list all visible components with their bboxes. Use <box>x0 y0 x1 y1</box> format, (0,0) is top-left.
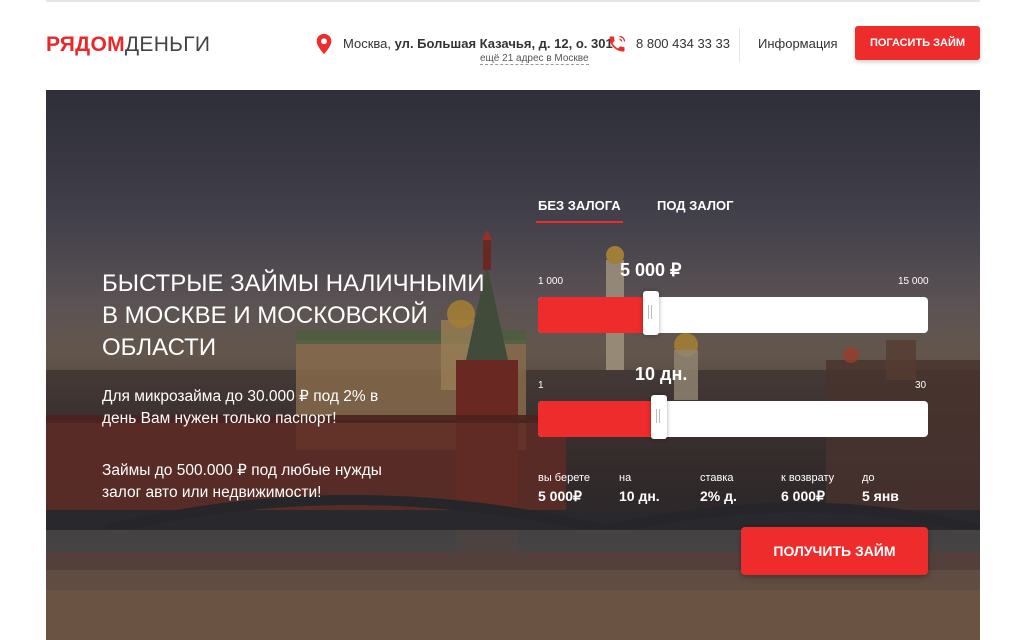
amount-slider-handle[interactable] <box>643 291 659 335</box>
summary-value: 6 000₽ <box>781 488 825 504</box>
address[interactable]: Москва, ул. Большая Казачья, д. 12, о. 3… <box>343 36 613 51</box>
summary-label: на <box>619 472 632 484</box>
days-slider[interactable] <box>538 401 928 437</box>
summary-value: 5 000₽ <box>538 488 582 504</box>
summary-label: до <box>862 472 875 484</box>
hero-banner: БЫСТРЫЕ ЗАЙМЫ НАЛИЧНЫМИ В МОСКВЕ И МОСКО… <box>46 90 980 640</box>
summary-value: 10 дн. <box>619 488 660 504</box>
hero-description-2: Займы до 500.000 ₽ под любые нужды залог… <box>102 462 382 501</box>
amount-value: 5 000 ₽ <box>620 260 682 280</box>
phone-number[interactable]: 8 800 434 33 33 <box>636 36 730 51</box>
address-city: Москва, <box>343 36 391 51</box>
amount-slider[interactable] <box>538 297 928 333</box>
get-loan-button[interactable]: ПОЛУЧИТЬ ЗАЙМ <box>741 527 928 575</box>
summary-value: 5 янв <box>862 488 899 504</box>
header-divider <box>739 28 740 62</box>
days-slider-handle[interactable] <box>651 395 667 439</box>
repay-loan-button[interactable]: ПОГАСИТЬ ЗАЙМ <box>855 26 980 60</box>
site-header: РЯДОМДЕНЬГИ Москва, ул. Большая Казачья,… <box>0 0 1024 88</box>
days-value: 10 дн. <box>635 364 688 384</box>
amount-slider-fill <box>538 297 651 333</box>
hero-description-1: Для микрозайма до 30.000 ₽ под 2% в день… <box>102 388 379 427</box>
amount-max-label: 15 000 <box>898 276 929 287</box>
location-pin-icon <box>316 33 332 55</box>
phone-icon <box>609 35 626 52</box>
info-link[interactable]: Информация <box>758 36 838 51</box>
summary-value: 2% д. <box>700 488 737 504</box>
summary-label: ставка <box>700 472 734 484</box>
summary-label: вы берете <box>538 472 591 484</box>
more-addresses-link[interactable]: ещё 21 адрес в Москве <box>480 53 589 65</box>
days-min-label: 1 <box>538 380 544 391</box>
logo-part-dark: ДЕНЬГИ <box>124 33 211 56</box>
amount-min-label: 1 000 <box>538 276 564 287</box>
logo[interactable]: РЯДОМДЕНЬГИ <box>46 33 210 57</box>
days-max-label: 30 <box>915 380 927 391</box>
tab-with-collateral[interactable]: ПОД ЗАЛОГ <box>657 198 733 213</box>
logo-part-red: РЯДОМ <box>46 33 125 56</box>
address-street: ул. Большая Казачья, д. 12, о. 301 <box>394 36 613 51</box>
summary-label: к возврату <box>781 472 835 484</box>
hero-title: БЫСТРЫЕ ЗАЙМЫ НАЛИЧНЫМИ В МОСКВЕ И МОСКО… <box>102 270 485 361</box>
tab-no-collateral[interactable]: БЕЗ ЗАЛОГА <box>536 198 623 223</box>
days-slider-fill <box>538 401 659 437</box>
